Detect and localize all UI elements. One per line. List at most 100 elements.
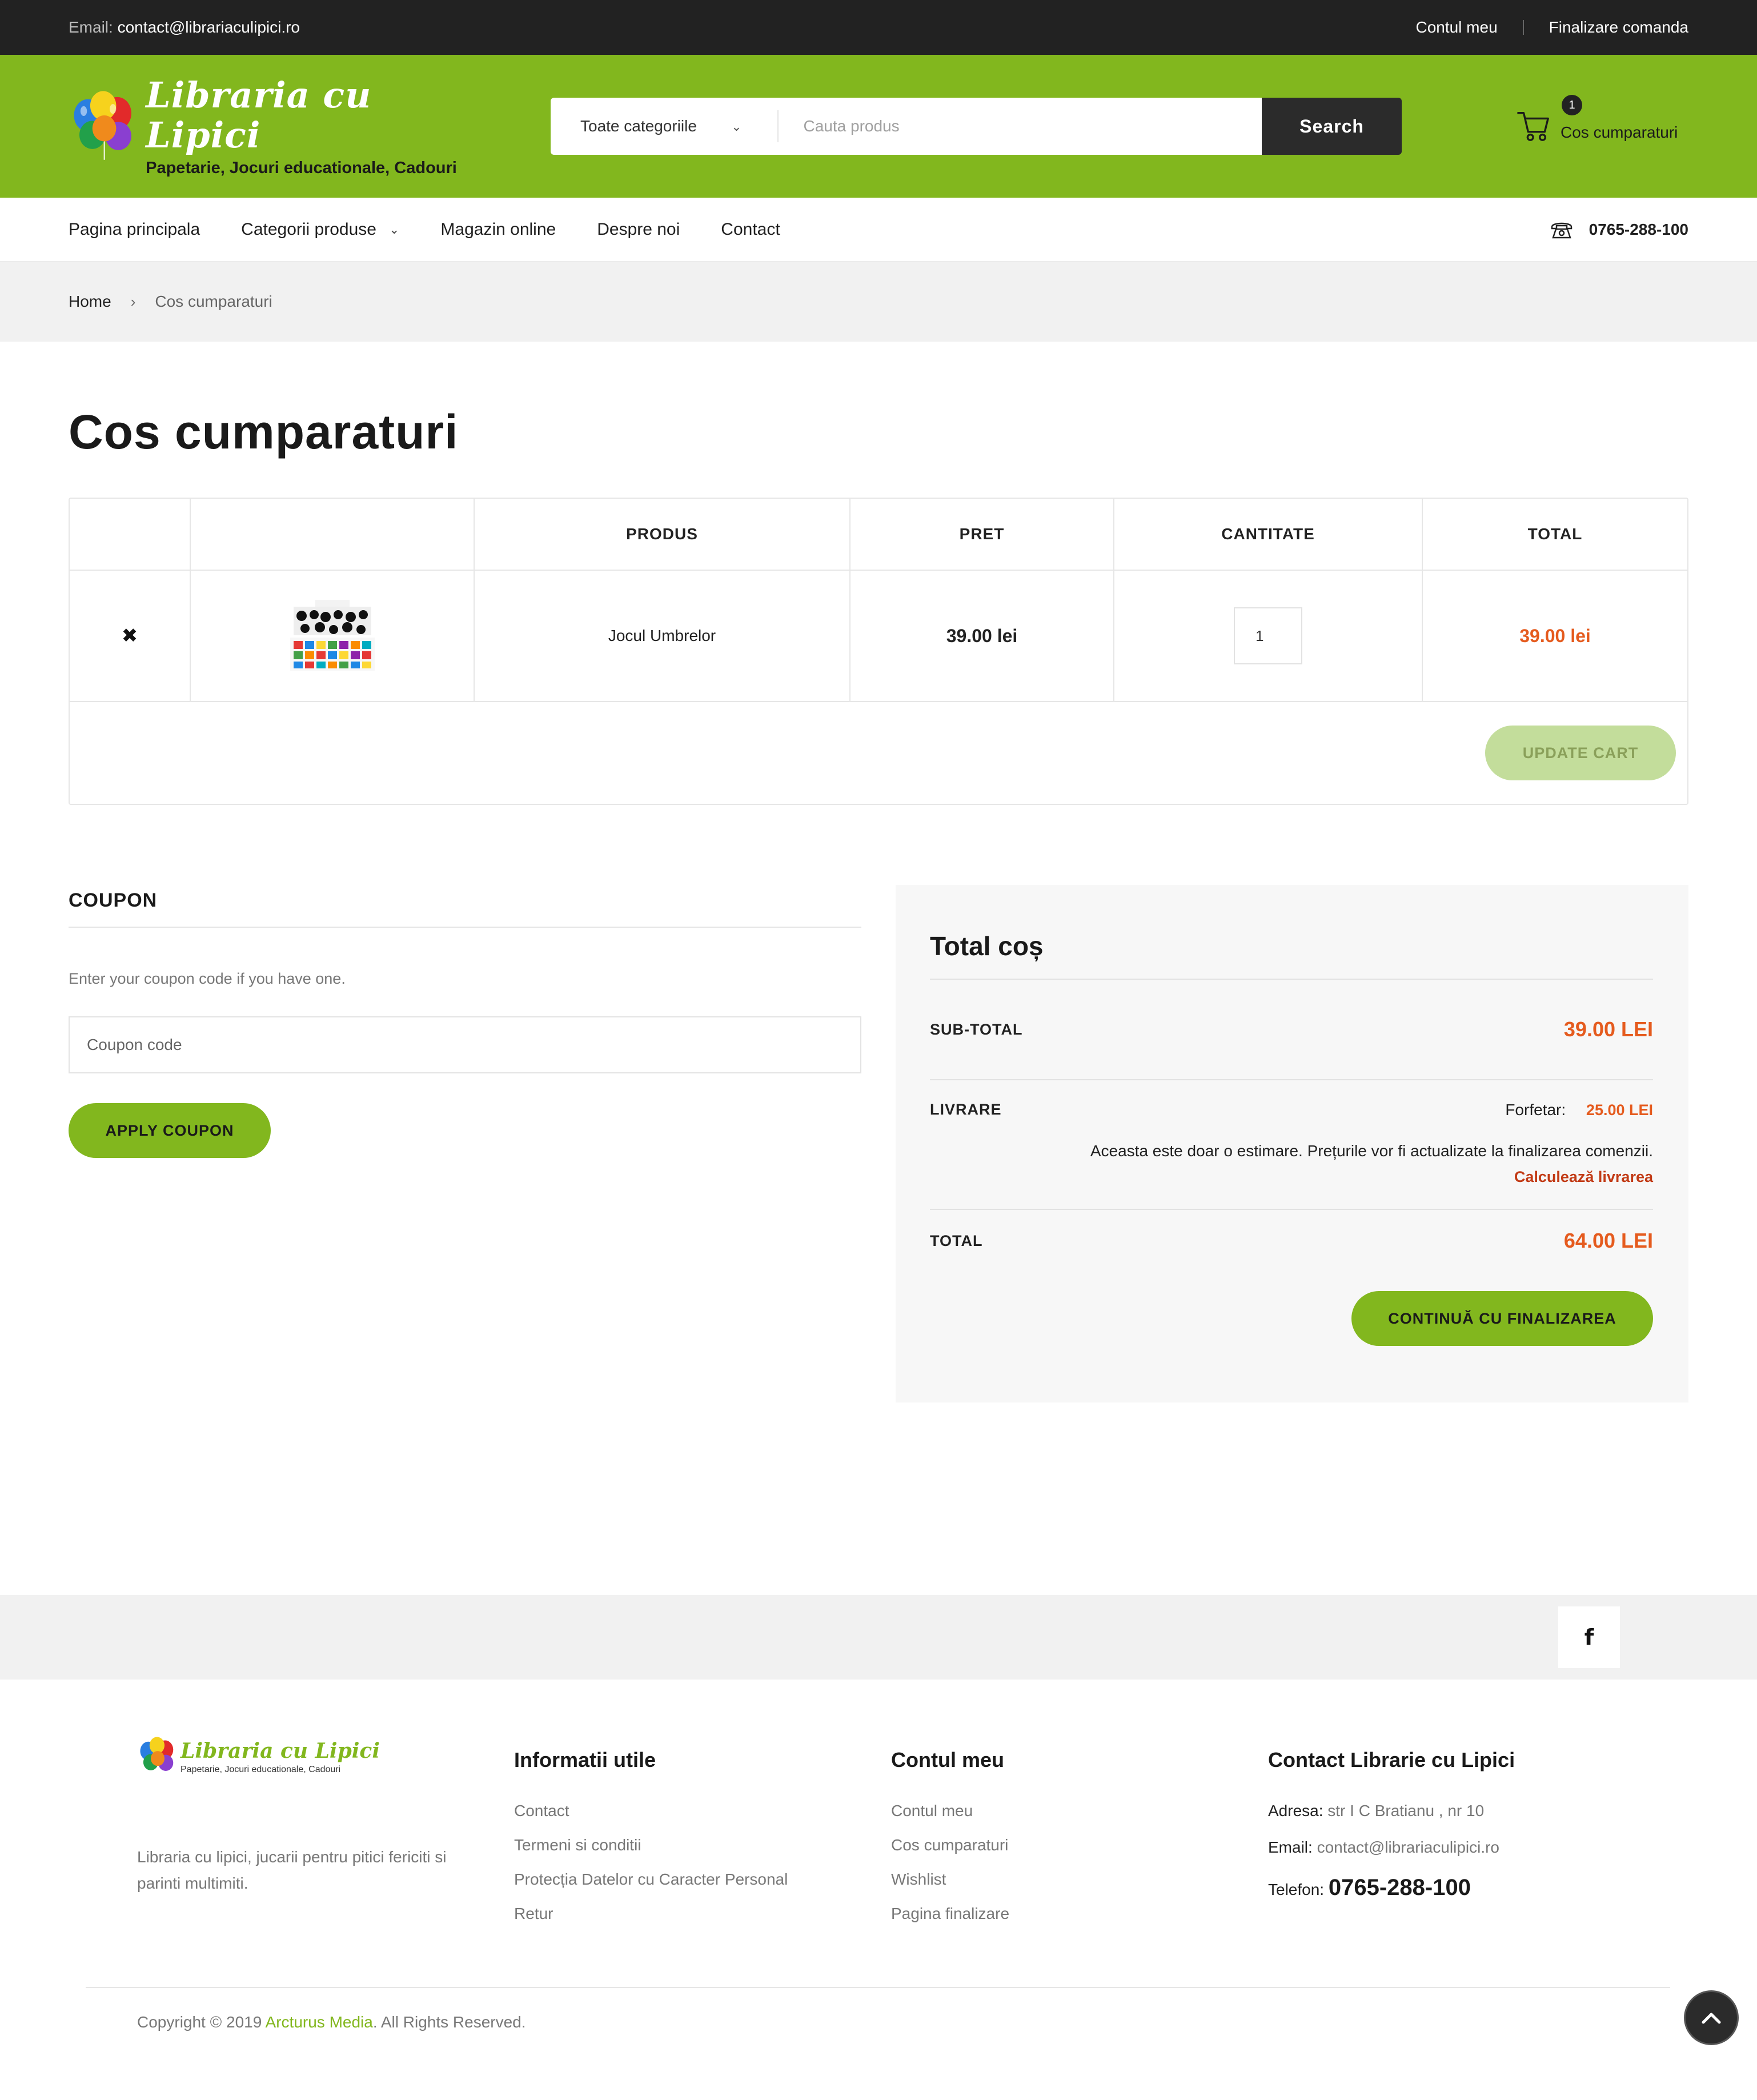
copyright-prefix: Copyright © 2019 [137, 2013, 262, 2031]
footer-link-returns[interactable]: Retur [514, 1905, 891, 1924]
footer-divider [86, 1987, 1670, 1988]
cart-icon [1517, 112, 1549, 141]
facebook-icon[interactable]: f [1558, 1606, 1620, 1668]
nav-item-categories-label: Categorii produse [241, 220, 376, 239]
footer-about: Libraria cu Lipici Papetarie, Jocuri edu… [137, 1737, 514, 1939]
main-content: Cos cumparaturi PRODUS PRET CANTITATE TO… [69, 404, 1688, 1402]
col-remove [70, 499, 191, 570]
cart-totals-title: Total coș [930, 931, 1653, 980]
footer-link-checkout[interactable]: Pagina finalizare [891, 1905, 1268, 1924]
logo-title: Libraria cu Lipici [146, 74, 372, 156]
subtotal-value: 39.00 LEI [1563, 1017, 1653, 1041]
logo-subtitle: Papetarie, Jocuri educationale, Cadouri [146, 158, 457, 177]
footer-logo-subtitle: Papetarie, Jocuri educationale, Cadouri [180, 1765, 341, 1774]
top-email-link[interactable]: contact@librariaculipici.ro [118, 18, 300, 36]
product-thumbnail[interactable] [287, 599, 377, 673]
apply-coupon-button[interactable]: APPLY COUPON [69, 1103, 271, 1158]
top-checkout-link[interactable]: Finalizare comanda [1549, 18, 1688, 37]
footer-about-text: Libraria cu lipici, jucarii pentru pitic… [137, 1848, 447, 1892]
footer-logo-title: Libraria cu Lipici [180, 1739, 380, 1763]
cart-table: PRODUS PRET CANTITATE TOTAL ✖ Jocul Umbr… [69, 498, 1688, 805]
top-email: Email: contact@librariaculipici.ro [69, 18, 300, 37]
chevron-down-icon: ⌄ [388, 222, 400, 237]
footer-phone-number[interactable]: 0765-288-100 [1329, 1875, 1471, 1900]
social-strip: f [0, 1595, 1757, 1680]
footer-email: Email: contact@librariaculipici.ro [1268, 1838, 1645, 1857]
coupon-code-input[interactable] [69, 1016, 861, 1073]
footer-phone: Telefon: 0765-288-100 [1268, 1875, 1645, 1901]
balloons-logo-icon [74, 91, 131, 160]
page-title: Cos cumparaturi [69, 405, 459, 459]
nav-item-about[interactable]: Despre noi [597, 220, 680, 239]
order-total-value: 64.00 LEI [1563, 1229, 1653, 1252]
chevron-down-icon: ⌄ [731, 119, 742, 134]
cart-label: Cos cumparaturi [1561, 123, 1678, 141]
search-button[interactable]: Search [1262, 98, 1402, 155]
scroll-to-top-button[interactable] [1684, 1990, 1739, 2045]
quantity-input[interactable] [1234, 607, 1302, 664]
footer-account-title: Contul meu [891, 1748, 1004, 1772]
nav-item-contact[interactable]: Contact [721, 220, 780, 239]
search-category-select[interactable]: Toate categoriile ⌄ [551, 98, 779, 155]
nav-item-home[interactable]: Pagina principala [69, 220, 200, 239]
footer-email-link[interactable]: contact@librariaculipici.ro [1317, 1838, 1499, 1856]
copyright-suffix: . All Rights Reserved. [372, 2013, 526, 2031]
col-quantity: CANTITATE [1114, 499, 1423, 570]
balloons-logo-icon [140, 1737, 174, 1771]
top-email-label: Email: [69, 18, 113, 36]
footer-email-label: Email: [1268, 1838, 1313, 1856]
footer-address-value: str I C Bratianu , nr 10 [1327, 1802, 1485, 1820]
nav-item-shop[interactable]: Magazin online [440, 220, 556, 239]
footer-address-label: Adresa: [1268, 1802, 1323, 1820]
order-total-row: TOTAL 64.00 LEI [930, 1210, 1653, 1272]
order-total-label: TOTAL [930, 1232, 983, 1249]
footer-account: Contul meu Contul meu Cos cumparaturi Wi… [891, 1737, 1268, 1939]
proceed-checkout-button[interactable]: CONTINUĂ CU FINALIZAREA [1351, 1291, 1653, 1346]
col-price: PRET [851, 499, 1114, 570]
nav-item-categories[interactable]: Categorii produse ⌄ [241, 220, 399, 239]
chevron-up-icon [1702, 2013, 1721, 2024]
footer-logo[interactable]: Libraria cu Lipici Papetarie, Jocuri edu… [137, 1737, 514, 1778]
subtotal-label: SUB-TOTAL [930, 1020, 1023, 1038]
nav-phone-number[interactable]: 0765-288-100 [1589, 221, 1688, 239]
update-cart-button[interactable]: UPDATE CART [1485, 726, 1676, 780]
top-bar: Email: contact@librariaculipici.ro Contu… [0, 0, 1757, 55]
copyright-brand-link[interactable]: Arcturus Media [266, 2013, 373, 2031]
telephone-icon [1551, 222, 1572, 239]
site-logo[interactable]: Libraria cu Lipici Papetarie, Jocuri edu… [69, 75, 481, 178]
footer-link-wishlist[interactable]: Wishlist [891, 1870, 1268, 1890]
chevron-right-icon: › [130, 292, 136, 310]
top-links: Contul meu Finalizare comanda [1415, 18, 1688, 37]
main-nav: Pagina principala Categorii produse ⌄ Ma… [0, 198, 1757, 262]
col-thumbnail [191, 499, 475, 570]
search-category-value: Toate categoriile [580, 117, 697, 135]
table-row: ✖ Jocul Umbrelor 39.00 lei 1 39.00 lei [70, 571, 1687, 702]
footer-info-title: Informatii utile [514, 1748, 656, 1772]
shipping-rate-label: Forfetar: [1505, 1101, 1566, 1119]
header-cart[interactable]: 1 Cos cumparaturi [1516, 95, 1678, 144]
cart-table-header: PRODUS PRET CANTITATE TOTAL [70, 499, 1687, 571]
footer-link-privacy[interactable]: Protecția Datelor cu Caracter Personal [514, 1870, 891, 1890]
shipping-label: LIVRARE [930, 1101, 1002, 1118]
footer-link-cart[interactable]: Cos cumparaturi [891, 1836, 1268, 1855]
shipping-row: LIVRARE Forfetar: 25.00 LEI Aceasta este… [930, 1080, 1653, 1210]
remove-item-icon[interactable]: ✖ [122, 624, 138, 647]
subtotal-row: SUB-TOTAL 39.00 LEI [930, 980, 1653, 1080]
footer-link-contact[interactable]: Contact [514, 1802, 891, 1821]
footer-link-account[interactable]: Contul meu [891, 1802, 1268, 1821]
breadcrumb-home[interactable]: Home [69, 292, 111, 311]
top-account-link[interactable]: Contul meu [1415, 18, 1497, 37]
search-input[interactable] [778, 98, 1262, 155]
search-bar: Toate categoriile ⌄ Search [551, 98, 1402, 155]
calculate-shipping-link[interactable]: Calculează livrarea [930, 1168, 1653, 1186]
header: Libraria cu Lipici Papetarie, Jocuri edu… [0, 55, 1757, 198]
col-total: TOTAL [1527, 525, 1583, 543]
product-name-link[interactable]: Jocul Umbrelor [608, 627, 716, 645]
cart-count-badge: 1 [1562, 95, 1582, 115]
footer-contact: Contact Librarie cu Lipici Adresa: str I… [1268, 1737, 1645, 1939]
nav-phone: 0765-288-100 [1550, 220, 1688, 239]
footer-link-terms[interactable]: Termeni si conditii [514, 1836, 891, 1855]
cart-table-actions: UPDATE CART [70, 702, 1687, 804]
footer-contact-title: Contact Librarie cu Lipici [1268, 1748, 1515, 1772]
row-total: 39.00 lei [1519, 625, 1591, 646]
